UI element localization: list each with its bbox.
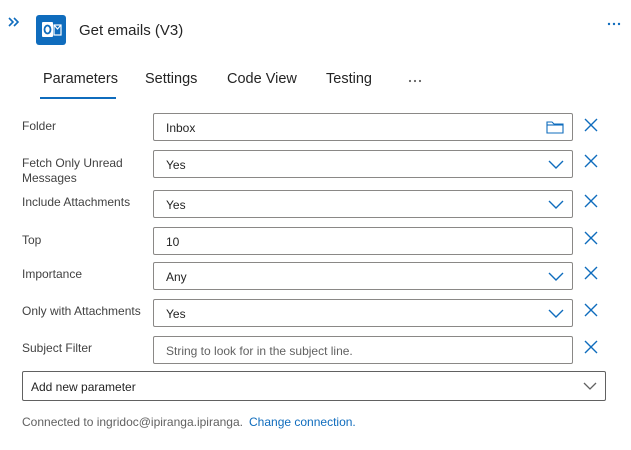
subject-filter-placeholder: String to look for in the subject line. [166, 344, 353, 358]
only-with-attachments-label: Only with Attachments [22, 304, 141, 318]
only-with-attachments-dropdown[interactable]: Yes [153, 299, 573, 327]
folder-label: Folder [22, 119, 57, 133]
top-input[interactable]: 10 [153, 227, 573, 255]
fetch-unread-value: Yes [166, 158, 186, 172]
only-with-attachments-value: Yes [166, 307, 186, 321]
clear-folder-icon[interactable] [583, 117, 599, 133]
chevron-down-icon [548, 272, 564, 281]
connection-footer: Connected to ingridoc@ipiranga.ipiranga.… [22, 415, 356, 429]
clear-importance-icon[interactable] [583, 265, 599, 281]
top-value: 10 [166, 235, 180, 249]
clear-include-attachments-icon[interactable] [583, 193, 599, 209]
fetch-unread-dropdown[interactable]: Yes [153, 150, 573, 178]
more-horizontal-icon [408, 79, 422, 83]
chevron-down-icon [548, 309, 564, 318]
tab-code-view[interactable]: Code View [227, 71, 297, 87]
top-label: Top [22, 233, 42, 247]
connected-text: Connected to ingridoc@ipiranga.ipiranga. [22, 415, 243, 429]
action-title: Get emails (V3) [79, 22, 184, 39]
subject-filter-input[interactable]: String to look for in the subject line. [153, 336, 573, 364]
collapse-panel-button[interactable] [7, 16, 25, 32]
chevron-down-icon [548, 200, 564, 209]
add-new-parameter-dropdown[interactable]: Add new parameter [22, 371, 606, 401]
folder-value: Inbox [166, 121, 196, 135]
clear-top-icon[interactable] [583, 230, 599, 246]
importance-dropdown[interactable]: Any [153, 262, 573, 290]
tabs-more-button[interactable] [408, 71, 422, 86]
clear-subject-filter-icon[interactable] [583, 339, 599, 355]
clear-fetch-unread-icon[interactable] [583, 153, 599, 169]
subject-filter-label: Subject Filter [22, 341, 93, 355]
more-options-button[interactable] [607, 14, 621, 29]
tab-testing[interactable]: Testing [326, 71, 372, 87]
include-attachments-label: Include Attachments [22, 195, 131, 209]
fetch-unread-label-line1: Fetch Only Unread [22, 156, 123, 170]
selected-tab-indicator [40, 97, 116, 99]
more-horizontal-icon [607, 22, 621, 26]
double-chevron-right-icon [8, 17, 20, 27]
folder-field[interactable]: Inbox [153, 113, 573, 141]
tab-parameters[interactable]: Parameters [43, 71, 118, 87]
chevron-down-icon [548, 160, 564, 169]
tab-settings[interactable]: Settings [145, 71, 197, 87]
clear-only-with-attachments-icon[interactable] [583, 302, 599, 318]
fetch-unread-label-line2: Messages [22, 171, 77, 185]
outlook-icon [36, 15, 66, 45]
importance-value: Any [166, 270, 187, 284]
importance-label: Importance [22, 267, 83, 281]
add-new-parameter-label: Add new parameter [31, 380, 136, 394]
chevron-down-icon [583, 382, 597, 390]
include-attachments-dropdown[interactable]: Yes [153, 190, 573, 218]
folder-icon[interactable] [546, 120, 564, 134]
fetch-unread-label: Fetch Only Unread Messages [22, 156, 150, 186]
change-connection-link[interactable]: Change connection. [249, 415, 356, 429]
include-attachments-value: Yes [166, 198, 186, 212]
